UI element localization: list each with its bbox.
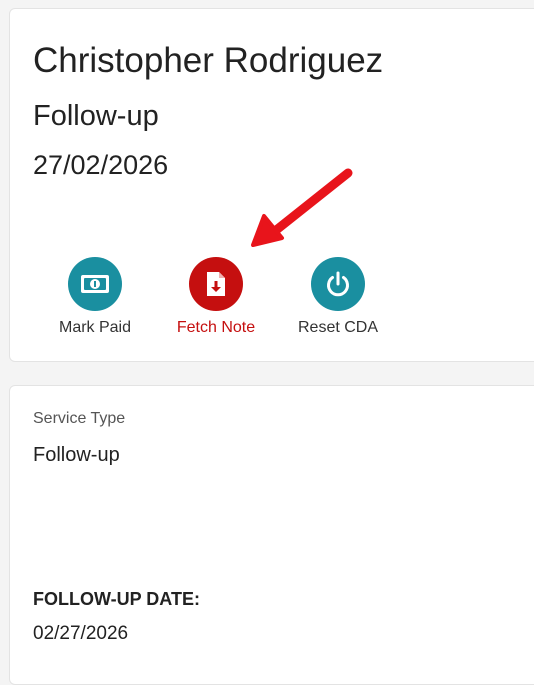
service-type-label: Service Type xyxy=(33,410,126,427)
cash-icon xyxy=(68,257,122,311)
fetch-note-label: Fetch Note xyxy=(176,319,256,336)
visit-date: 27/02/2026 xyxy=(33,150,169,180)
followup-date-value: 02/27/2026 xyxy=(33,623,129,644)
followup-date-label: FOLLOW-UP DATE: xyxy=(33,589,200,609)
fetch-note-button[interactable]: Fetch Note xyxy=(161,257,271,337)
reset-cda-label: Reset CDA xyxy=(297,319,379,336)
file-download-icon xyxy=(189,257,243,311)
details-card: Service Type Follow-up FOLLOW-UP DATE: 0… xyxy=(9,385,534,685)
reset-cda-button[interactable]: Reset CDA xyxy=(283,257,393,337)
patient-name: Christopher Rodriguez xyxy=(33,41,384,80)
visit-summary-card: Christopher Rodriguez Follow-up 27/02/20… xyxy=(9,8,534,362)
visit-type: Follow-up xyxy=(33,100,159,132)
mark-paid-label: Mark Paid xyxy=(58,319,132,336)
mark-paid-button[interactable]: Mark Paid xyxy=(40,257,150,337)
power-icon xyxy=(311,257,365,311)
service-type-value: Follow-up xyxy=(33,444,120,466)
